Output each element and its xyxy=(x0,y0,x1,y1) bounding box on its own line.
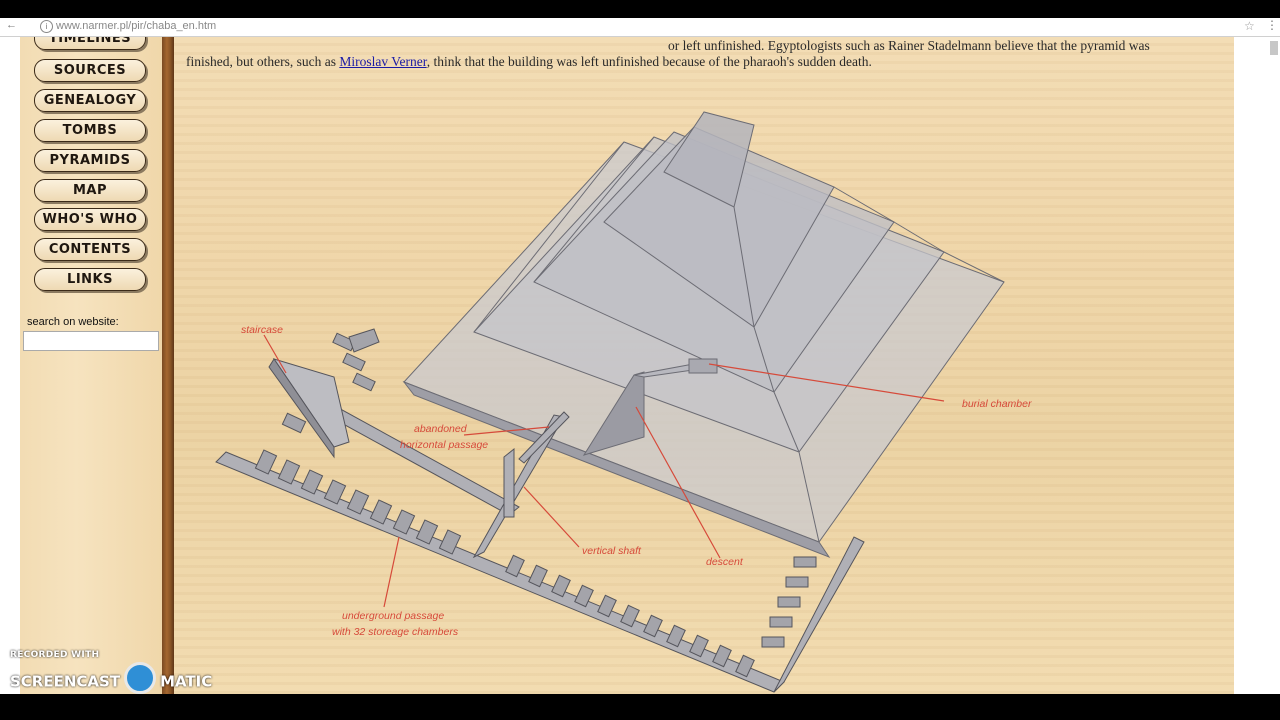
nav-button-timelines[interactable]: TIMELINES xyxy=(34,37,146,50)
nav-button-genealogy[interactable]: GENEALOGY xyxy=(34,89,146,112)
screencast-logo-icon xyxy=(124,662,157,694)
nav-button-pyramids[interactable]: PYRAMIDS xyxy=(34,149,146,172)
browser-address-bar[interactable]: ← i www.narmer.pl/pir/chaba_en.htm ☆ ⋮ xyxy=(0,18,1280,37)
screencast-brand: SCREENCAST MATIC xyxy=(10,662,212,698)
screencast-watermark: RECORDED WITH SCREENCAST MATIC xyxy=(10,650,212,694)
browser-menu-icon[interactable]: ⋮ xyxy=(1266,18,1278,32)
label-burial-chamber: burial chamber xyxy=(962,398,1032,410)
nav-button-links[interactable]: LINKS xyxy=(34,268,146,291)
pyramid-diagram: staircase abandoned horizontal passage b… xyxy=(215,111,1032,693)
sidebar: TIMELINES SOURCES GENEALOGY TOMBS PYRAMI… xyxy=(20,37,162,694)
label-abandoned-1: abandoned xyxy=(414,423,468,435)
staircase-block xyxy=(268,328,380,459)
url-text[interactable]: www.narmer.pl/pir/chaba_en.htm xyxy=(56,20,216,32)
label-underground-1: underground passage xyxy=(342,610,444,622)
main-content: or left unfinished. Egyptologists such a… xyxy=(174,37,1234,694)
pyramid-steps xyxy=(402,111,1005,559)
nav-button-contents[interactable]: CONTENTS xyxy=(34,238,146,261)
info-icon[interactable]: i xyxy=(40,20,53,33)
search-label: search on website: xyxy=(27,316,119,328)
search-input[interactable] xyxy=(23,331,159,351)
nav-button-map[interactable]: MAP xyxy=(34,179,146,202)
label-vertical-shaft: vertical shaft xyxy=(582,545,642,557)
wood-divider xyxy=(162,37,174,694)
nav-button-whos-who[interactable]: WHO'S WHO xyxy=(34,208,146,231)
nav-button-tombs[interactable]: TOMBS xyxy=(34,119,146,142)
recorded-with-text: RECORDED WITH xyxy=(10,650,100,660)
bookmark-star-icon[interactable]: ☆ xyxy=(1244,19,1255,33)
nav-button-sources[interactable]: SOURCES xyxy=(34,59,146,82)
scrollbar-thumb[interactable] xyxy=(1270,41,1278,55)
back-arrow-icon[interactable]: ← xyxy=(6,19,17,31)
label-underground-2: with 32 storeage chambers xyxy=(332,626,459,638)
page-viewport: TIMELINES SOURCES GENEALOGY TOMBS PYRAMI… xyxy=(0,37,1280,694)
scrollbar[interactable] xyxy=(1234,37,1280,694)
label-abandoned-2: horizontal passage xyxy=(400,439,488,451)
label-staircase: staircase xyxy=(241,324,283,336)
label-descent: descent xyxy=(706,556,744,568)
